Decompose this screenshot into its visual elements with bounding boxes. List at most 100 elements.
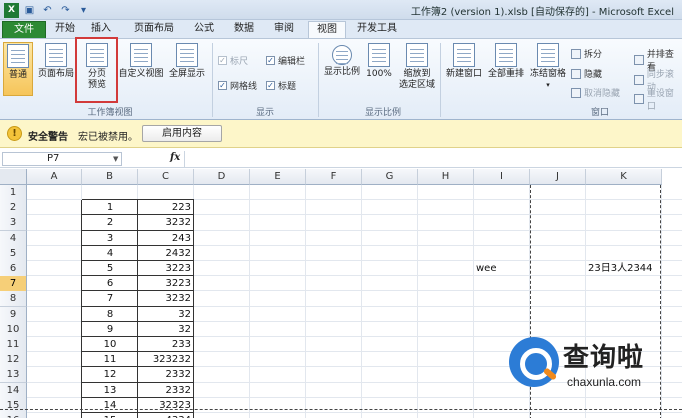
- column-header-f[interactable]: F: [306, 169, 362, 185]
- column-header-h[interactable]: H: [418, 169, 474, 185]
- tab-insert[interactable]: 插入: [84, 21, 118, 38]
- hide-button[interactable]: 隐藏: [571, 67, 602, 80]
- enable-content-button[interactable]: 启用内容: [142, 125, 222, 142]
- chevron-down-icon: ▾: [546, 81, 550, 89]
- column-header-j[interactable]: J: [530, 169, 586, 185]
- column-header-d[interactable]: D: [194, 169, 250, 185]
- row-header-4[interactable]: 4: [0, 230, 27, 247]
- table-border: [82, 275, 194, 277]
- row-header-13[interactable]: 13: [0, 367, 27, 384]
- warning-icon: !: [7, 126, 22, 141]
- gridline: [305, 185, 306, 418]
- column-header-c[interactable]: C: [138, 169, 194, 185]
- group-label-workbook-views: 工作簿视图: [87, 108, 133, 118]
- full-screen-icon: [176, 43, 198, 67]
- row-header-11[interactable]: 11: [0, 337, 27, 353]
- formula-bar-checkbox[interactable]: ✓ 编辑栏: [266, 54, 305, 67]
- watermark-url: chaxunla.com: [567, 375, 642, 389]
- column-header-e[interactable]: E: [250, 169, 306, 185]
- headings-checkbox[interactable]: ✓ 标题: [266, 79, 296, 92]
- tab-file[interactable]: 文件: [2, 21, 46, 38]
- tab-view[interactable]: 视图: [308, 21, 346, 39]
- tab-data[interactable]: 数据: [226, 21, 262, 38]
- zoom-to-selection-icon: [406, 43, 428, 67]
- row-header-3[interactable]: 3: [0, 215, 27, 232]
- hide-icon: [571, 68, 581, 79]
- row-header-7[interactable]: 7: [0, 276, 27, 293]
- split-button[interactable]: 拆分: [571, 47, 602, 60]
- formula-input[interactable]: [184, 151, 680, 167]
- select-all-corner[interactable]: [0, 169, 27, 185]
- normal-view-button[interactable]: 普通: [3, 42, 33, 96]
- table-border: [82, 320, 194, 322]
- reset-window-position-button[interactable]: 重设窗口: [634, 86, 682, 112]
- row-header-2[interactable]: 2: [0, 200, 27, 217]
- table-border: [82, 351, 194, 353]
- full-screen-button[interactable]: 全屏显示: [166, 42, 208, 96]
- table-border: [193, 200, 194, 418]
- column-header-a[interactable]: A: [27, 169, 82, 185]
- tab-developer[interactable]: 开发工具: [352, 21, 402, 38]
- row-header-1[interactable]: 1: [0, 185, 27, 201]
- row-header-8[interactable]: 8: [0, 291, 27, 308]
- name-box-dropdown-icon[interactable]: ▼: [113, 155, 118, 163]
- gridline: [249, 185, 250, 418]
- cell-k6[interactable]: 23日3人2344: [588, 261, 664, 277]
- arrange-all-button[interactable]: 全部重排: [486, 42, 526, 96]
- table-border: [82, 336, 194, 337]
- tab-formulas[interactable]: 公式: [186, 21, 222, 38]
- column-header-b[interactable]: B: [82, 169, 138, 185]
- freeze-panes-button[interactable]: 冻结窗格 ▾: [528, 42, 568, 96]
- group-separator: [440, 43, 441, 117]
- security-warning-bar: ! 安全警告 宏已被禁用。 启用内容: [0, 120, 682, 148]
- table-border: [82, 396, 194, 398]
- formula-bar: P7 ▼ fx: [0, 150, 682, 168]
- row-header-5[interactable]: 5: [0, 245, 27, 262]
- column-header-g[interactable]: G: [362, 169, 418, 185]
- cell-c16[interactable]: 4334: [138, 413, 194, 418]
- freeze-panes-icon: [537, 43, 559, 67]
- tab-home[interactable]: 开始: [48, 21, 82, 38]
- unhide-button[interactable]: 取消隐藏: [571, 86, 620, 99]
- row-header-12[interactable]: 12: [0, 352, 27, 369]
- page-layout-view-button[interactable]: 页面布局: [36, 42, 76, 96]
- tab-page-layout[interactable]: 页面布局: [124, 21, 184, 38]
- reset-window-position-icon: [634, 94, 644, 104]
- table-border: [82, 366, 194, 368]
- row-header-6[interactable]: 6: [0, 261, 27, 277]
- ruler-check-icon: ✓: [218, 56, 227, 65]
- zoom-button[interactable]: 显示比例: [322, 42, 362, 96]
- table-border: [82, 381, 194, 383]
- window-title: 工作簿2 (version 1).xlsb [自动保存的] - Microsof…: [410, 7, 674, 18]
- headings-check-icon: ✓: [266, 81, 275, 90]
- security-warning-message: 宏已被禁用。: [78, 132, 138, 143]
- group-label-zoom: 显示比例: [364, 108, 401, 118]
- column-header-i[interactable]: I: [474, 169, 530, 185]
- insert-function-icon[interactable]: fx: [170, 152, 180, 163]
- new-window-button[interactable]: 新建窗口: [444, 42, 484, 96]
- custom-views-button[interactable]: 自定义视图: [118, 42, 164, 96]
- name-box[interactable]: P7: [2, 152, 122, 166]
- table-border: [82, 412, 194, 413]
- row-header-16[interactable]: 16: [0, 413, 27, 418]
- table-border: [82, 229, 194, 231]
- row-header-15[interactable]: 15: [0, 397, 27, 414]
- gridlines-checkbox[interactable]: ✓ 网格线: [218, 79, 257, 92]
- ruler-checkbox[interactable]: ✓ 标尺: [218, 54, 248, 67]
- tab-review[interactable]: 审阅: [266, 21, 302, 38]
- gridlines-check-icon: ✓: [218, 81, 227, 90]
- row-header-10[interactable]: 10: [0, 321, 27, 338]
- gridline: [361, 185, 362, 418]
- cell-b16[interactable]: 15: [82, 413, 138, 418]
- row-header-14[interactable]: 14: [0, 382, 27, 399]
- cell-i6[interactable]: wee: [476, 261, 532, 277]
- highlight-box: [75, 37, 118, 103]
- column-header-k[interactable]: K: [586, 169, 662, 185]
- table-border: [82, 260, 194, 261]
- zoom-to-selection-button[interactable]: 缩放到 选定区域: [396, 42, 438, 96]
- zoom-100-button[interactable]: 100%: [364, 42, 394, 96]
- table-border: [82, 214, 194, 216]
- row-header-9[interactable]: 9: [0, 306, 27, 323]
- zoom-100-icon: [368, 43, 390, 67]
- ribbon-tabs: 文件 开始 插入 页面布局 公式 数据 审阅 视图 开发工具: [0, 20, 682, 39]
